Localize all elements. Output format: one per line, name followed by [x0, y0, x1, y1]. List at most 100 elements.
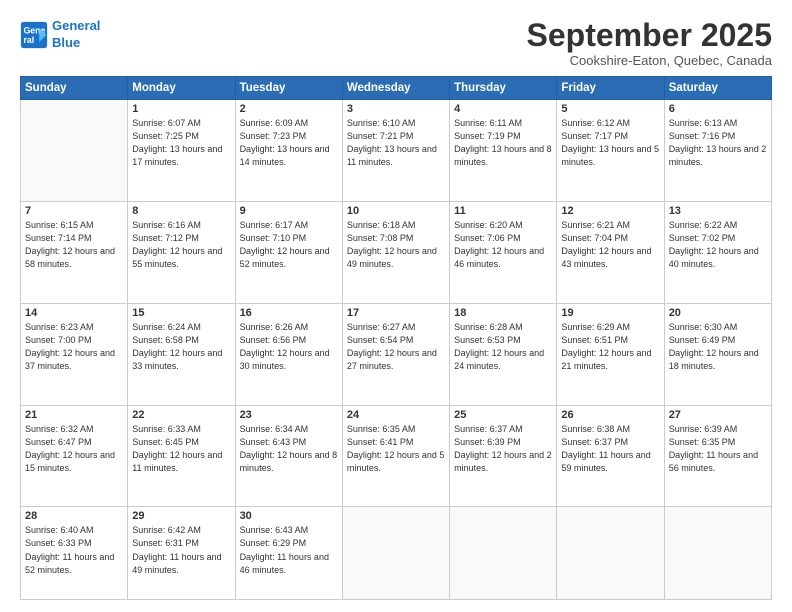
day-number: 16	[240, 307, 338, 319]
cell-sun-info: Sunrise: 6:42 AMSunset: 6:31 PMDaylight:…	[132, 524, 230, 576]
calendar-week-row: 28Sunrise: 6:40 AMSunset: 6:33 PMDayligh…	[21, 507, 772, 600]
calendar-cell: 27 Sunrise: 6:39 AMSunset: 6:35 PMDayligh…	[664, 405, 771, 507]
day-number: 13	[669, 205, 767, 217]
cell-sun-info: Sunrise: 6:10 AMSunset: 7:21 PMDaylight:…	[347, 117, 445, 169]
cell-sun-info: Sunrise: 6:09 AMSunset: 7:23 PMDaylight:…	[240, 117, 338, 169]
cell-sun-info: Sunrise: 6:11 AMSunset: 7:19 PMDaylight:…	[454, 117, 552, 169]
calendar-cell: 24 Sunrise: 6:35 AMSunset: 6:41 PMDayligh…	[342, 405, 449, 507]
cell-sun-info: Sunrise: 6:16 AMSunset: 7:12 PMDaylight:…	[132, 219, 230, 271]
cell-sun-info: Sunrise: 6:39 AMSunset: 6:35 PMDaylight:…	[669, 423, 767, 475]
cell-sun-info: Sunrise: 6:20 AMSunset: 7:06 PMDaylight:…	[454, 219, 552, 271]
calendar-cell: 5Sunrise: 6:12 AMSunset: 7:17 PMDaylight…	[557, 100, 664, 202]
day-number: 12	[561, 205, 659, 217]
logo-line1: General	[52, 18, 100, 33]
day-number: 21	[25, 409, 123, 421]
weekday-header: Saturday	[664, 77, 771, 100]
calendar-cell: 13Sunrise: 6:22 AMSunset: 7:02 PMDayligh…	[664, 202, 771, 304]
calendar-header-row: SundayMondayTuesdayWednesdayThursdayFrid…	[21, 77, 772, 100]
location-subtitle: Cookshire-Eaton, Quebec, Canada	[527, 53, 772, 68]
calendar-cell	[342, 507, 449, 600]
calendar-cell: 25 Sunrise: 6:37 AMSunset: 6:39 PMDayligh…	[450, 405, 557, 507]
calendar-cell: 11 Sunrise: 6:20 AMSunset: 7:06 PMDayligh…	[450, 202, 557, 304]
cell-sun-info: Sunrise: 6:43 AMSunset: 6:29 PMDaylight:…	[240, 524, 338, 576]
calendar-week-row: 14 Sunrise: 6:23 AMSunset: 7:00 PMDayligh…	[21, 303, 772, 405]
calendar-cell	[557, 507, 664, 600]
day-number: 11	[454, 205, 552, 217]
cell-sun-info: Sunrise: 6:40 AMSunset: 6:33 PMDaylight:…	[25, 524, 123, 576]
calendar-cell: 26Sunrise: 6:38 AMSunset: 6:37 PMDayligh…	[557, 405, 664, 507]
calendar-cell: 17 Sunrise: 6:27 AMSunset: 6:54 PMDayligh…	[342, 303, 449, 405]
calendar-cell: 18Sunrise: 6:28 AMSunset: 6:53 PMDayligh…	[450, 303, 557, 405]
cell-sun-info: Sunrise: 6:13 AMSunset: 7:16 PMDaylight:…	[669, 117, 767, 169]
calendar-cell: 10Sunrise: 6:18 AMSunset: 7:08 PMDayligh…	[342, 202, 449, 304]
cell-sun-info: Sunrise: 6:30 AMSunset: 6:49 PMDaylight:…	[669, 321, 767, 373]
page: Gene ral General Blue September 2025 Coo…	[0, 0, 792, 612]
cell-sun-info: Sunrise: 6:23 AMSunset: 7:00 PMDaylight:…	[25, 321, 123, 373]
calendar-cell: 23 Sunrise: 6:34 AMSunset: 6:43 PMDayligh…	[235, 405, 342, 507]
day-number: 7	[25, 205, 123, 217]
day-number: 9	[240, 205, 338, 217]
calendar-cell: 8Sunrise: 6:16 AMSunset: 7:12 PMDaylight…	[128, 202, 235, 304]
weekday-header: Thursday	[450, 77, 557, 100]
cell-sun-info: Sunrise: 6:26 AMSunset: 6:56 PMDaylight:…	[240, 321, 338, 373]
cell-sun-info: Sunrise: 6:34 AMSunset: 6:43 PMDaylight:…	[240, 423, 338, 475]
cell-sun-info: Sunrise: 6:17 AMSunset: 7:10 PMDaylight:…	[240, 219, 338, 271]
logo-text: General Blue	[52, 18, 100, 52]
calendar-cell: 28Sunrise: 6:40 AMSunset: 6:33 PMDayligh…	[21, 507, 128, 600]
day-number: 4	[454, 103, 552, 115]
month-title: September 2025	[527, 18, 772, 53]
weekday-header: Monday	[128, 77, 235, 100]
day-number: 6	[669, 103, 767, 115]
day-number: 17	[347, 307, 445, 319]
calendar-cell	[664, 507, 771, 600]
calendar-cell: 14 Sunrise: 6:23 AMSunset: 7:00 PMDayligh…	[21, 303, 128, 405]
cell-sun-info: Sunrise: 6:21 AMSunset: 7:04 PMDaylight:…	[561, 219, 659, 271]
day-number: 2	[240, 103, 338, 115]
calendar-cell: 7Sunrise: 6:15 AMSunset: 7:14 PMDaylight…	[21, 202, 128, 304]
cell-sun-info: Sunrise: 6:18 AMSunset: 7:08 PMDaylight:…	[347, 219, 445, 271]
calendar-cell: 9 Sunrise: 6:17 AMSunset: 7:10 PMDaylight…	[235, 202, 342, 304]
cell-sun-info: Sunrise: 6:32 AMSunset: 6:47 PMDaylight:…	[25, 423, 123, 475]
calendar-cell: 2 Sunrise: 6:09 AMSunset: 7:23 PMDaylight…	[235, 100, 342, 202]
cell-sun-info: Sunrise: 6:37 AMSunset: 6:39 PMDaylight:…	[454, 423, 552, 475]
header: Gene ral General Blue September 2025 Coo…	[20, 18, 772, 68]
calendar-week-row: 21 Sunrise: 6:32 AMSunset: 6:47 PMDayligh…	[21, 405, 772, 507]
calendar-cell: 15 Sunrise: 6:24 AMSunset: 6:58 PMDayligh…	[128, 303, 235, 405]
calendar-week-row: 1 Sunrise: 6:07 AMSunset: 7:25 PMDaylight…	[21, 100, 772, 202]
cell-sun-info: Sunrise: 6:35 AMSunset: 6:41 PMDaylight:…	[347, 423, 445, 475]
day-number: 14	[25, 307, 123, 319]
day-number: 30	[240, 510, 338, 522]
calendar-cell: 3 Sunrise: 6:10 AMSunset: 7:21 PMDaylight…	[342, 100, 449, 202]
cell-sun-info: Sunrise: 6:24 AMSunset: 6:58 PMDaylight:…	[132, 321, 230, 373]
day-number: 1	[132, 103, 230, 115]
calendar-cell: 29 Sunrise: 6:42 AMSunset: 6:31 PMDayligh…	[128, 507, 235, 600]
cell-sun-info: Sunrise: 6:12 AMSunset: 7:17 PMDaylight:…	[561, 117, 659, 169]
logo-line2: Blue	[52, 35, 80, 50]
day-number: 25	[454, 409, 552, 421]
logo-icon: Gene ral	[20, 21, 48, 49]
day-number: 26	[561, 409, 659, 421]
calendar-cell: 30 Sunrise: 6:43 AMSunset: 6:29 PMDayligh…	[235, 507, 342, 600]
calendar-table: SundayMondayTuesdayWednesdayThursdayFrid…	[20, 76, 772, 600]
calendar-cell: 4 Sunrise: 6:11 AMSunset: 7:19 PMDaylight…	[450, 100, 557, 202]
cell-sun-info: Sunrise: 6:27 AMSunset: 6:54 PMDaylight:…	[347, 321, 445, 373]
day-number: 29	[132, 510, 230, 522]
calendar-cell: 21 Sunrise: 6:32 AMSunset: 6:47 PMDayligh…	[21, 405, 128, 507]
calendar-cell: 1 Sunrise: 6:07 AMSunset: 7:25 PMDaylight…	[128, 100, 235, 202]
day-number: 18	[454, 307, 552, 319]
calendar-week-row: 7Sunrise: 6:15 AMSunset: 7:14 PMDaylight…	[21, 202, 772, 304]
calendar-cell: 19Sunrise: 6:29 AMSunset: 6:51 PMDayligh…	[557, 303, 664, 405]
day-number: 24	[347, 409, 445, 421]
calendar-cell: 16 Sunrise: 6:26 AMSunset: 6:56 PMDayligh…	[235, 303, 342, 405]
day-number: 23	[240, 409, 338, 421]
cell-sun-info: Sunrise: 6:07 AMSunset: 7:25 PMDaylight:…	[132, 117, 230, 169]
day-number: 15	[132, 307, 230, 319]
calendar-cell	[21, 100, 128, 202]
weekday-header: Tuesday	[235, 77, 342, 100]
calendar-cell: 20Sunrise: 6:30 AMSunset: 6:49 PMDayligh…	[664, 303, 771, 405]
title-block: September 2025 Cookshire-Eaton, Quebec, …	[527, 18, 772, 68]
weekday-header: Friday	[557, 77, 664, 100]
day-number: 3	[347, 103, 445, 115]
day-number: 27	[669, 409, 767, 421]
day-number: 19	[561, 307, 659, 319]
